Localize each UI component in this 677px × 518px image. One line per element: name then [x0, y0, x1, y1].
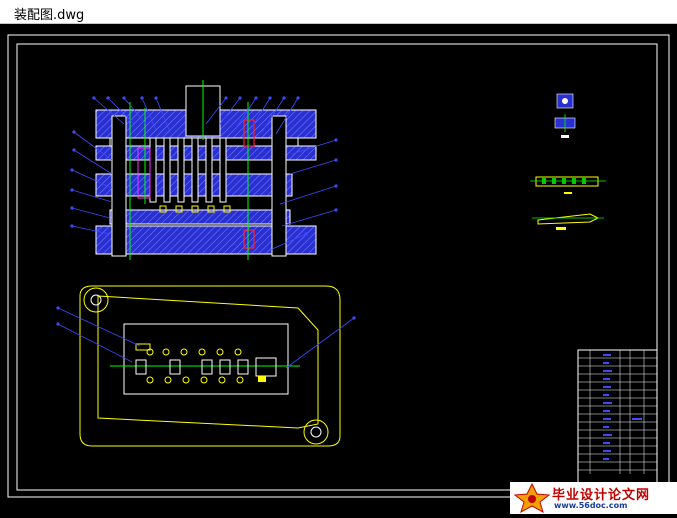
drawing-canvas[interactable] — [0, 24, 677, 514]
watermark-logo: 毕业设计论文网 www.56doc.com — [510, 482, 677, 514]
part-detail-top[interactable] — [554, 93, 576, 138]
front-section-view[interactable] — [70, 80, 338, 260]
die-plate — [109, 209, 291, 225]
plan-view[interactable] — [56, 285, 356, 447]
title-bar: 装配图.dwg — [0, 0, 677, 24]
watermark-url-text: www.56doc.com — [554, 501, 628, 510]
punch-holder — [109, 137, 299, 147]
title-block[interactable] — [577, 349, 658, 491]
part-detail-profile[interactable] — [532, 213, 604, 230]
window-title: 装配图.dwg — [14, 8, 85, 23]
logo-star-icon — [513, 482, 551, 514]
part-detail-strip[interactable] — [530, 176, 606, 194]
